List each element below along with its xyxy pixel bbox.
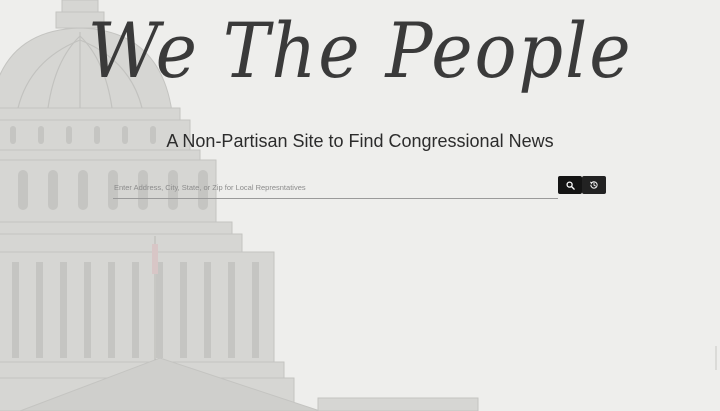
address-search-input[interactable]: [113, 176, 558, 198]
search-bar: [113, 176, 558, 199]
site-tagline: A Non-Partisan Site to Find Congressiona…: [166, 131, 554, 151]
site-logo-title[interactable]: We The People: [29, 6, 691, 95]
search-button[interactable]: [558, 176, 582, 194]
history-button[interactable]: [582, 176, 606, 194]
history-icon: [589, 181, 598, 189]
search-icon: [565, 180, 575, 190]
